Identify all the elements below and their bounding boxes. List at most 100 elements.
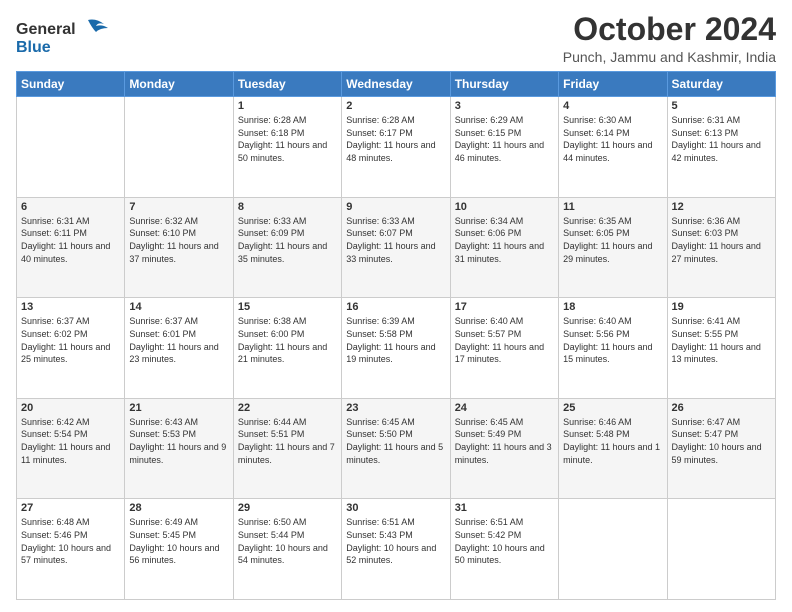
day-content: Sunrise: 6:31 AMSunset: 6:13 PMDaylight:…: [672, 114, 771, 164]
svg-text:Blue: Blue: [16, 39, 51, 56]
day-number: 21: [129, 402, 228, 414]
day-number: 20: [21, 402, 120, 414]
logo: General Blue: [16, 16, 116, 65]
day-content: Sunrise: 6:28 AMSunset: 6:18 PMDaylight:…: [238, 114, 337, 164]
calendar-cell: [17, 97, 125, 198]
day-content: Sunrise: 6:31 AMSunset: 6:11 PMDaylight:…: [21, 215, 120, 265]
logo-text: General Blue: [16, 16, 116, 65]
day-number: 30: [346, 502, 445, 514]
calendar-cell: 2 Sunrise: 6:28 AMSunset: 6:17 PMDaylight…: [342, 97, 450, 198]
day-number: 24: [455, 402, 554, 414]
day-number: 29: [238, 502, 337, 514]
day-number: 3: [455, 100, 554, 112]
calendar-cell: 30 Sunrise: 6:51 AMSunset: 5:43 PMDayligh…: [342, 499, 450, 600]
calendar-cell: 13 Sunrise: 6:37 AMSunset: 6:02 PMDayligh…: [17, 298, 125, 399]
day-content: Sunrise: 6:51 AMSunset: 5:42 PMDaylight:…: [455, 516, 554, 566]
day-content: Sunrise: 6:51 AMSunset: 5:43 PMDaylight:…: [346, 516, 445, 566]
day-content: Sunrise: 6:36 AMSunset: 6:03 PMDaylight:…: [672, 215, 771, 265]
calendar-cell: 1 Sunrise: 6:28 AMSunset: 6:18 PMDaylight…: [233, 97, 341, 198]
day-number: 15: [238, 301, 337, 313]
day-number: 16: [346, 301, 445, 313]
calendar-week-row: 13 Sunrise: 6:37 AMSunset: 6:02 PMDayligh…: [17, 298, 776, 399]
day-content: Sunrise: 6:40 AMSunset: 5:56 PMDaylight:…: [563, 315, 662, 365]
calendar-cell: 22 Sunrise: 6:44 AMSunset: 5:51 PMDayligh…: [233, 398, 341, 499]
day-number: 22: [238, 402, 337, 414]
calendar-cell: 20Sunrise: 6:42 AMSunset: 5:54 PMDayligh…: [17, 398, 125, 499]
calendar-week-row: 20Sunrise: 6:42 AMSunset: 5:54 PMDayligh…: [17, 398, 776, 499]
day-content: Sunrise: 6:37 AMSunset: 6:02 PMDaylight:…: [21, 315, 120, 365]
day-content: Sunrise: 6:48 AMSunset: 5:46 PMDaylight:…: [21, 516, 120, 566]
calendar-cell: 10 Sunrise: 6:34 AMSunset: 6:06 PMDayligh…: [450, 197, 558, 298]
day-content: Sunrise: 6:44 AMSunset: 5:51 PMDaylight:…: [238, 416, 337, 466]
calendar-cell: 25 Sunrise: 6:46 AMSunset: 5:48 PMDayligh…: [559, 398, 667, 499]
day-content: Sunrise: 6:41 AMSunset: 5:55 PMDaylight:…: [672, 315, 771, 365]
day-content: Sunrise: 6:33 AMSunset: 6:07 PMDaylight:…: [346, 215, 445, 265]
day-content: Sunrise: 6:29 AMSunset: 6:15 PMDaylight:…: [455, 114, 554, 164]
day-number: 25: [563, 402, 662, 414]
day-of-week-header: Saturday: [667, 72, 775, 97]
day-content: Sunrise: 6:50 AMSunset: 5:44 PMDaylight:…: [238, 516, 337, 566]
day-number: 8: [238, 201, 337, 213]
calendar-cell: [125, 97, 233, 198]
day-content: Sunrise: 6:49 AMSunset: 5:45 PMDaylight:…: [129, 516, 228, 566]
day-number: 11: [563, 201, 662, 213]
day-of-week-header: Sunday: [17, 72, 125, 97]
day-content: Sunrise: 6:45 AMSunset: 5:50 PMDaylight:…: [346, 416, 445, 466]
day-number: 6: [21, 201, 120, 213]
calendar-cell: 17Sunrise: 6:40 AMSunset: 5:57 PMDayligh…: [450, 298, 558, 399]
calendar-cell: 11 Sunrise: 6:35 AMSunset: 6:05 PMDayligh…: [559, 197, 667, 298]
day-content: Sunrise: 6:45 AMSunset: 5:49 PMDaylight:…: [455, 416, 554, 466]
calendar-cell: 15 Sunrise: 6:38 AMSunset: 6:00 PMDayligh…: [233, 298, 341, 399]
day-number: 7: [129, 201, 228, 213]
day-of-week-header: Tuesday: [233, 72, 341, 97]
day-number: 26: [672, 402, 771, 414]
calendar-cell: 31 Sunrise: 6:51 AMSunset: 5:42 PMDayligh…: [450, 499, 558, 600]
calendar-cell: 18 Sunrise: 6:40 AMSunset: 5:56 PMDayligh…: [559, 298, 667, 399]
day-number: 19: [672, 301, 771, 313]
calendar-cell: 7 Sunrise: 6:32 AMSunset: 6:10 PMDaylight…: [125, 197, 233, 298]
calendar-cell: 24 Sunrise: 6:45 AMSunset: 5:49 PMDayligh…: [450, 398, 558, 499]
day-number: 2: [346, 100, 445, 112]
day-number: 4: [563, 100, 662, 112]
day-content: Sunrise: 6:46 AMSunset: 5:48 PMDaylight:…: [563, 416, 662, 466]
day-number: 10: [455, 201, 554, 213]
calendar-cell: 19 Sunrise: 6:41 AMSunset: 5:55 PMDayligh…: [667, 298, 775, 399]
day-content: Sunrise: 6:28 AMSunset: 6:17 PMDaylight:…: [346, 114, 445, 164]
day-number: 13: [21, 301, 120, 313]
calendar-week-row: 1 Sunrise: 6:28 AMSunset: 6:18 PMDaylight…: [17, 97, 776, 198]
calendar-cell: 29 Sunrise: 6:50 AMSunset: 5:44 PMDayligh…: [233, 499, 341, 600]
day-number: 31: [455, 502, 554, 514]
calendar-cell: 28Sunrise: 6:49 AMSunset: 5:45 PMDayligh…: [125, 499, 233, 600]
calendar-cell: 26 Sunrise: 6:47 AMSunset: 5:47 PMDayligh…: [667, 398, 775, 499]
day-content: Sunrise: 6:35 AMSunset: 6:05 PMDaylight:…: [563, 215, 662, 265]
day-content: Sunrise: 6:47 AMSunset: 5:47 PMDaylight:…: [672, 416, 771, 466]
day-content: Sunrise: 6:37 AMSunset: 6:01 PMDaylight:…: [129, 315, 228, 365]
day-content: Sunrise: 6:38 AMSunset: 6:00 PMDaylight:…: [238, 315, 337, 365]
day-number: 12: [672, 201, 771, 213]
day-number: 14: [129, 301, 228, 313]
calendar-cell: 27Sunrise: 6:48 AMSunset: 5:46 PMDayligh…: [17, 499, 125, 600]
day-of-week-header: Thursday: [450, 72, 558, 97]
day-of-week-header: Friday: [559, 72, 667, 97]
title-block: October 2024 Punch, Jammu and Kashmir, I…: [563, 12, 776, 65]
day-number: 17: [455, 301, 554, 313]
day-number: 18: [563, 301, 662, 313]
calendar-cell: 8 Sunrise: 6:33 AMSunset: 6:09 PMDaylight…: [233, 197, 341, 298]
calendar-table: SundayMondayTuesdayWednesdayThursdayFrid…: [16, 71, 776, 600]
day-number: 1: [238, 100, 337, 112]
day-content: Sunrise: 6:34 AMSunset: 6:06 PMDaylight:…: [455, 215, 554, 265]
day-content: Sunrise: 6:43 AMSunset: 5:53 PMDaylight:…: [129, 416, 228, 466]
day-of-week-header: Monday: [125, 72, 233, 97]
calendar-cell: 5Sunrise: 6:31 AMSunset: 6:13 PMDaylight…: [667, 97, 775, 198]
day-content: Sunrise: 6:33 AMSunset: 6:09 PMDaylight:…: [238, 215, 337, 265]
day-content: Sunrise: 6:30 AMSunset: 6:14 PMDaylight:…: [563, 114, 662, 164]
day-number: 9: [346, 201, 445, 213]
page: General Blue October 2024 Punch, Jammu a…: [0, 0, 792, 612]
calendar-week-row: 6 Sunrise: 6:31 AMSunset: 6:11 PMDaylight…: [17, 197, 776, 298]
calendar-cell: 12 Sunrise: 6:36 AMSunset: 6:03 PMDayligh…: [667, 197, 775, 298]
calendar-cell: [667, 499, 775, 600]
day-of-week-header: Wednesday: [342, 72, 450, 97]
calendar-cell: 9 Sunrise: 6:33 AMSunset: 6:07 PMDaylight…: [342, 197, 450, 298]
calendar-cell: 6 Sunrise: 6:31 AMSunset: 6:11 PMDaylight…: [17, 197, 125, 298]
day-content: Sunrise: 6:32 AMSunset: 6:10 PMDaylight:…: [129, 215, 228, 265]
